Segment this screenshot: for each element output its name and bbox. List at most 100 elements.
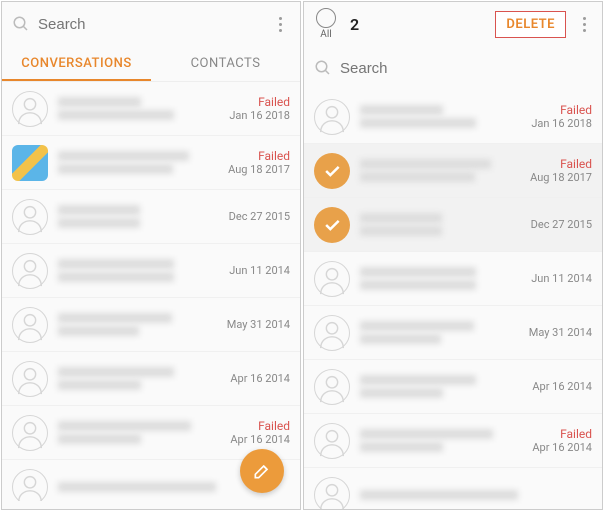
list-item[interactable]: Jun 11 2014 xyxy=(2,244,300,298)
avatar xyxy=(12,199,48,235)
item-preview xyxy=(360,426,526,455)
list-item[interactable]: FailedJan 16 2018 xyxy=(2,82,300,136)
compose-button[interactable] xyxy=(240,449,284,493)
item-preview xyxy=(58,202,223,231)
item-date: Jun 11 2014 xyxy=(229,264,290,277)
list-item[interactable]: Jun 11 2014 xyxy=(304,252,602,306)
more-icon[interactable] xyxy=(270,14,290,34)
list-item-selected[interactable]: Dec 27 2015 xyxy=(304,198,602,252)
select-all-circle-icon xyxy=(316,8,336,28)
item-preview xyxy=(58,256,223,285)
status-failed: Failed xyxy=(229,95,290,109)
item-meta: Dec 27 2015 xyxy=(525,218,592,231)
avatar xyxy=(12,361,48,397)
searchbar xyxy=(2,2,300,46)
item-meta: FailedApr 16 2014 xyxy=(224,419,290,446)
status-failed: Failed xyxy=(230,419,290,433)
list-item[interactable]: May 31 2014 xyxy=(304,306,602,360)
status-failed: Failed xyxy=(228,149,290,163)
search-icon xyxy=(314,59,332,77)
avatar xyxy=(314,261,350,297)
item-preview xyxy=(58,310,221,339)
delete-button[interactable]: DELETE xyxy=(495,11,566,38)
avatar xyxy=(12,415,48,451)
item-meta: May 31 2014 xyxy=(221,318,290,331)
item-meta: FailedJan 16 2018 xyxy=(525,103,592,130)
item-date: Apr 16 2014 xyxy=(230,372,290,385)
list-item[interactable]: FailedAug 18 2017 xyxy=(2,136,300,190)
item-date: Jan 16 2018 xyxy=(531,117,592,130)
item-meta: Jun 11 2014 xyxy=(525,272,592,285)
list-item-selected[interactable]: FailedAug 18 2017 xyxy=(304,144,602,198)
messages-app-normal: CONVERSATIONS CONTACTS FailedJan 16 2018… xyxy=(1,1,301,510)
item-preview xyxy=(360,264,525,293)
avatar xyxy=(314,423,350,459)
item-date: May 31 2014 xyxy=(529,326,592,339)
selection-topbar: All 2 DELETE xyxy=(304,2,602,46)
item-preview xyxy=(360,102,525,131)
conversation-list[interactable]: FailedJan 16 2018 FailedAug 18 2017 Dec … xyxy=(2,82,300,501)
tabs: CONVERSATIONS CONTACTS xyxy=(2,46,300,82)
search-input[interactable] xyxy=(38,16,270,33)
item-meta: FailedJan 16 2018 xyxy=(223,95,290,122)
select-all-label: All xyxy=(320,29,331,40)
item-date: Aug 18 2017 xyxy=(530,171,592,184)
avatar xyxy=(314,477,350,510)
item-preview xyxy=(58,418,224,447)
item-meta: Apr 16 2014 xyxy=(526,380,592,393)
avatar xyxy=(12,469,48,502)
list-item[interactable]: Dec 27 2015 xyxy=(2,190,300,244)
item-meta: FailedApr 16 2014 xyxy=(526,427,592,454)
tab-conversations[interactable]: CONVERSATIONS xyxy=(2,46,151,81)
select-all-button[interactable]: All xyxy=(316,8,336,40)
status-failed: Failed xyxy=(530,157,592,171)
list-item[interactable]: May 31 2014 xyxy=(2,298,300,352)
item-preview xyxy=(360,372,526,401)
searchbar xyxy=(304,46,602,90)
item-preview xyxy=(58,364,224,393)
list-item[interactable] xyxy=(304,468,602,509)
messages-app-selection: All 2 DELETE FailedJan 16 2018 FailedAug… xyxy=(303,1,603,510)
item-meta: Apr 16 2014 xyxy=(224,372,290,385)
status-failed: Failed xyxy=(531,103,592,117)
avatar xyxy=(12,91,48,127)
checkmark-icon xyxy=(314,207,350,243)
item-date: Dec 27 2015 xyxy=(531,218,592,231)
item-date: Apr 16 2014 xyxy=(230,433,290,446)
list-item[interactable]: FailedJan 16 2018 xyxy=(304,90,602,144)
item-date: Dec 27 2015 xyxy=(229,210,290,223)
item-date: May 31 2014 xyxy=(227,318,290,331)
avatar xyxy=(314,369,350,405)
search-icon xyxy=(12,15,30,33)
more-icon[interactable] xyxy=(574,14,594,34)
item-meta: FailedAug 18 2017 xyxy=(524,157,592,184)
selection-count: 2 xyxy=(350,15,495,34)
tab-contacts[interactable]: CONTACTS xyxy=(151,46,300,81)
list-item[interactable]: Apr 16 2014 xyxy=(304,360,602,414)
list-item[interactable]: FailedApr 16 2014 xyxy=(304,414,602,468)
avatar xyxy=(314,315,350,351)
list-item[interactable]: Apr 16 2014 xyxy=(2,352,300,406)
status-failed: Failed xyxy=(532,427,592,441)
item-date: Apr 16 2014 xyxy=(532,441,592,454)
item-date: Aug 18 2017 xyxy=(228,163,290,176)
avatar xyxy=(314,99,350,135)
item-meta: May 31 2014 xyxy=(523,326,592,339)
avatar xyxy=(12,253,48,289)
item-preview xyxy=(58,94,223,123)
compose-icon xyxy=(252,461,272,481)
item-date: Jan 16 2018 xyxy=(229,109,290,122)
item-meta: Jun 11 2014 xyxy=(223,264,290,277)
avatar xyxy=(12,145,48,181)
checkmark-icon xyxy=(314,153,350,189)
conversation-list[interactable]: FailedJan 16 2018 FailedAug 18 2017 Dec … xyxy=(304,90,602,509)
item-meta: FailedAug 18 2017 xyxy=(222,149,290,176)
avatar xyxy=(12,307,48,343)
item-preview xyxy=(360,318,523,347)
item-preview xyxy=(360,210,525,239)
item-preview xyxy=(360,156,524,185)
item-date: Jun 11 2014 xyxy=(531,272,592,285)
item-date: Apr 16 2014 xyxy=(532,380,592,393)
search-input[interactable] xyxy=(340,60,592,77)
item-preview xyxy=(58,148,222,177)
